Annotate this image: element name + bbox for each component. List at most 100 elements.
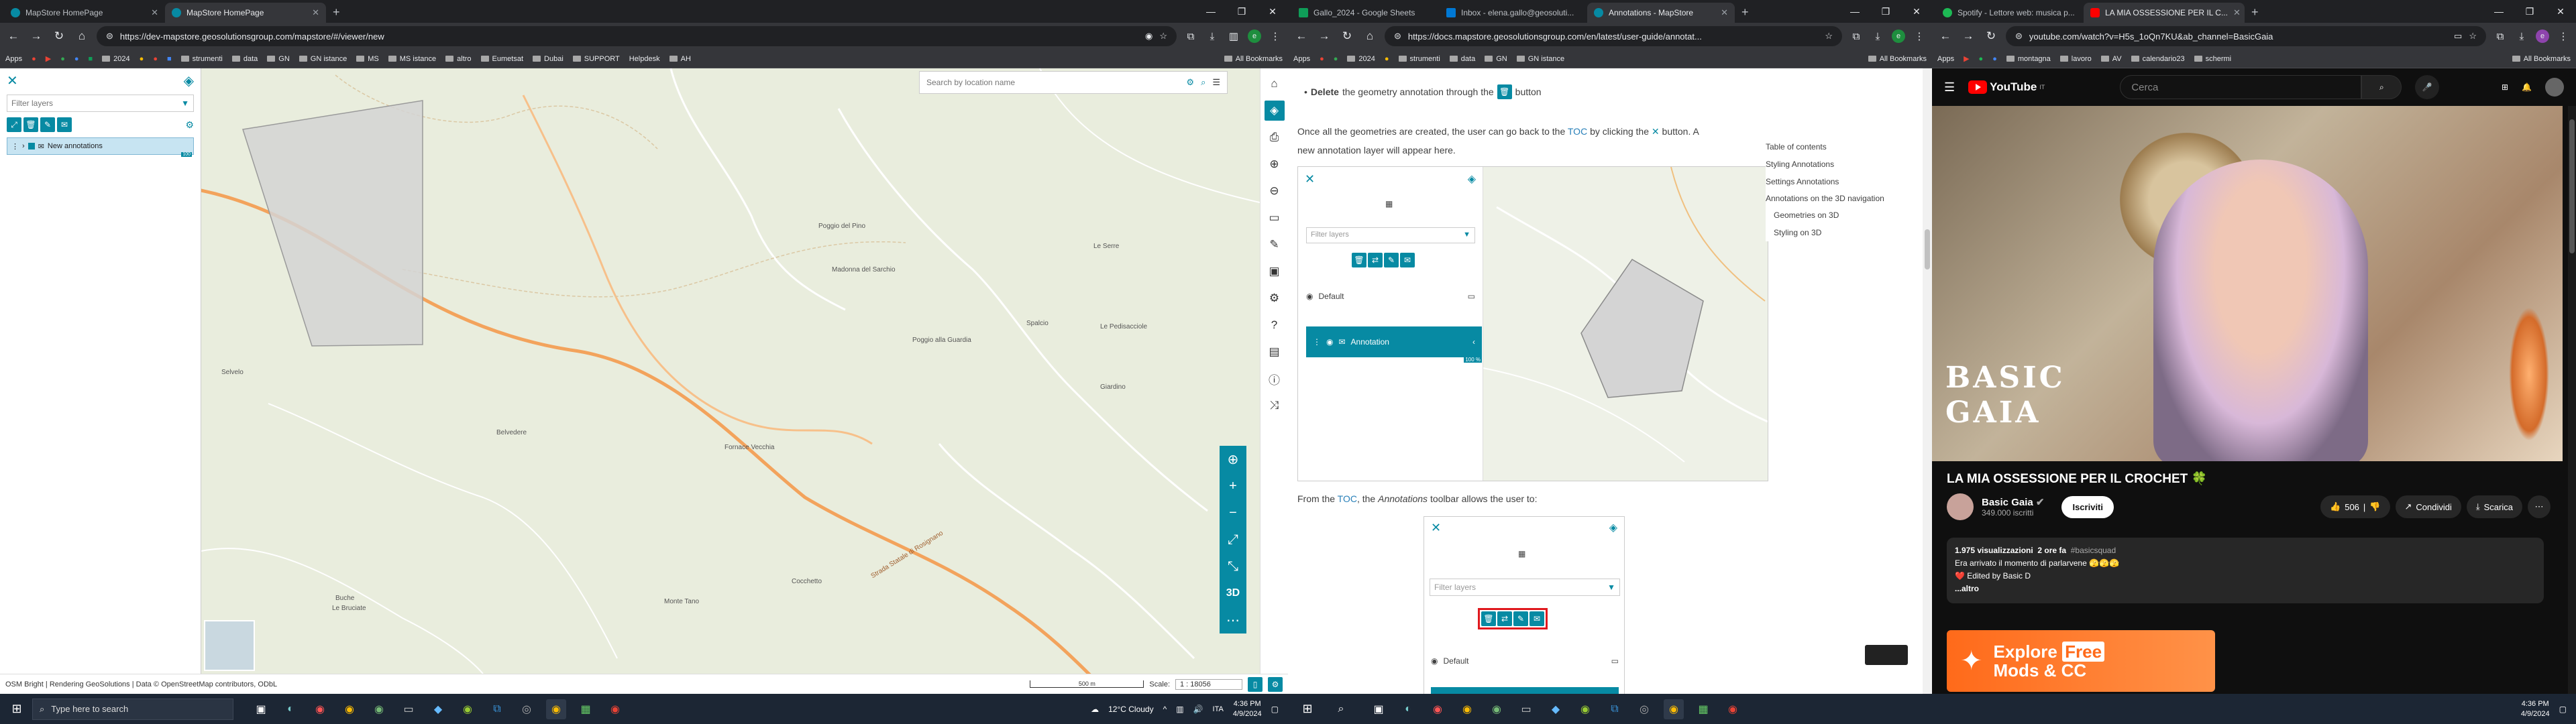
bookmark-folder[interactable]: lavoro — [2060, 55, 2092, 63]
expand-icon[interactable]: › — [22, 142, 25, 150]
edit-layer-button[interactable]: ✎ — [40, 117, 55, 132]
select-all-button[interactable]: ⤢ — [7, 117, 21, 132]
volume-icon[interactable]: 🔊 — [1193, 705, 1203, 714]
more-tools-icon[interactable]: ⋯ — [1220, 607, 1246, 634]
hamburger-icon[interactable]: ☰ — [1944, 80, 1955, 95]
app-icon[interactable]: ◉ — [1487, 699, 1507, 719]
bell-icon[interactable]: 🔔 — [2522, 82, 2532, 92]
burger-menu-icon[interactable]: ☰ — [1212, 77, 1220, 88]
search-icon[interactable]: ⌕ — [1201, 77, 1205, 88]
profile-icon[interactable]: e — [2536, 29, 2549, 43]
fullscreen-icon[interactable]: ⤡ — [1220, 553, 1246, 580]
cast-icon[interactable]: ▭ — [2454, 31, 2462, 42]
star-icon[interactable]: ☆ — [2469, 31, 2477, 42]
app-icon[interactable]: ▦ — [576, 699, 596, 719]
zoom-out-button[interactable]: − — [1220, 499, 1246, 526]
all-bookmarks[interactable]: All Bookmarks — [2512, 55, 2571, 63]
download-icon[interactable]: ⤓ — [1205, 31, 1220, 42]
map-canvas[interactable]: Belvedere Poggio del Pino Madonna del Sa… — [201, 68, 1260, 674]
notification-icon[interactable]: ▢ — [1271, 705, 1279, 714]
close-tab-icon[interactable]: ✕ — [312, 7, 319, 18]
description-box[interactable]: 1.975 visualizzazioni 2 ore fa #basicsqu… — [1947, 538, 2544, 603]
minimize-icon[interactable]: — — [1195, 0, 1226, 23]
bookmark-folder[interactable]: strumenti — [181, 55, 223, 63]
app-icon[interactable]: ◉ — [1428, 699, 1448, 719]
zoom-extent-icon[interactable]: ⤢ — [1220, 526, 1246, 553]
bookmark-icon-red[interactable]: ▶ — [46, 54, 51, 63]
address-bar[interactable]: ⊜ https://docs.mapstore.geosolutionsgroup… — [1385, 26, 1842, 46]
close-tab-icon[interactable]: ✕ — [151, 7, 158, 18]
app-icon[interactable]: ◐ — [1398, 699, 1418, 719]
minimize-icon[interactable]: — — [1839, 0, 1870, 23]
home-button[interactable]: ⌂ — [1265, 74, 1285, 94]
show-more-link[interactable]: ...altro — [1955, 583, 2536, 595]
back-icon[interactable]: ← — [5, 29, 21, 43]
forward-icon[interactable]: → — [1316, 29, 1332, 43]
ad-banner[interactable]: ✦ Explore Free Mods & CC — [1947, 630, 2215, 692]
star-icon[interactable]: ☆ — [1825, 31, 1833, 42]
search-settings-icon[interactable]: ⚙ — [1186, 77, 1194, 88]
print-icon[interactable]: ⎙ — [1265, 127, 1285, 147]
toc-item[interactable]: Styling on 3D — [1766, 224, 1886, 241]
bookmark-icon[interactable]: ● — [153, 55, 158, 63]
windows-start-icon[interactable]: ⊞ — [1297, 699, 1318, 719]
minimize-icon[interactable]: — — [2483, 0, 2514, 23]
extensions-icon[interactable]: ⧉ — [2493, 31, 2508, 42]
toc-item[interactable]: Styling Annotations — [1766, 156, 1886, 173]
forward-icon[interactable]: → — [1960, 29, 1976, 43]
tab-inbox[interactable]: Inbox - elena.gallo@geosoluti... — [1440, 3, 1587, 23]
vscode-icon[interactable]: ⧉ — [1605, 699, 1625, 719]
bookmark-icon-green[interactable]: ● — [1979, 55, 1984, 63]
add-icon[interactable]: ⊕ — [1265, 154, 1285, 174]
chrome-icon[interactable]: ◉ — [605, 699, 625, 719]
chrome-icon[interactable]: ◉ — [1723, 699, 1743, 719]
toc-button[interactable]: ◈ — [1264, 101, 1285, 121]
account-avatar[interactable] — [2545, 78, 2564, 97]
bookmark-folder[interactable]: 2024 — [1347, 55, 1375, 63]
more-actions-button[interactable]: ⋯ — [2528, 495, 2551, 518]
close-window-icon[interactable]: ✕ — [1257, 0, 1288, 23]
bookmark-folder[interactable]: montagna — [2006, 55, 2051, 63]
all-bookmarks[interactable]: All Bookmarks — [1868, 55, 1927, 63]
notification-icon[interactable]: ▢ — [2559, 705, 2567, 714]
bookmark-folder[interactable]: GN istance — [1517, 55, 1564, 63]
maximize-icon[interactable]: ❐ — [2514, 0, 2545, 23]
tab-youtube[interactable]: LA MIA OSSESSIONE PER IL C... ✕ — [2084, 3, 2245, 23]
locate-icon[interactable]: ⊕ — [1220, 446, 1246, 473]
task-view-icon[interactable]: ▣ — [251, 699, 271, 719]
tutorial-icon[interactable]: ▤ — [1265, 342, 1285, 362]
forward-icon[interactable]: → — [28, 29, 44, 43]
app-icon[interactable]: ◆ — [1546, 699, 1566, 719]
subscribe-button[interactable]: Iscriviti — [2061, 495, 2114, 518]
search-icon[interactable]: ⌕ — [2361, 75, 2402, 99]
location-search[interactable]: ⚙ ⌕ ☰ — [919, 71, 1228, 94]
tab-mapstore-2[interactable]: MapStore HomePage ✕ — [165, 3, 326, 23]
new-tab-button[interactable]: + — [326, 3, 347, 23]
scrollbar[interactable] — [1923, 68, 1932, 694]
extensions-icon[interactable]: ⧉ — [1183, 31, 1198, 42]
bookmark-icon-blue[interactable]: ● — [74, 55, 79, 63]
toc-item[interactable]: Annotations on the 3D navigation — [1766, 190, 1886, 206]
apps-bookmark[interactable]: Apps — [1293, 55, 1310, 63]
extensions-icon[interactable]: ⧉ — [1849, 31, 1864, 42]
app-icon[interactable]: ◉ — [369, 699, 389, 719]
microphone-icon[interactable]: 🎤 — [2415, 75, 2440, 99]
weather-text[interactable]: 12°C Cloudy — [1108, 705, 1154, 714]
tab-google-sheets[interactable]: Gallo_2024 - Google Sheets — [1292, 3, 1440, 23]
network-icon[interactable]: ▥ — [1176, 705, 1183, 714]
maximize-icon[interactable]: ❐ — [1226, 0, 1257, 23]
bookmark-icon-red[interactable]: ▶ — [1964, 54, 1969, 63]
menu-icon[interactable]: ⋮ — [1268, 30, 1283, 42]
yt-scrollbar[interactable] — [2568, 106, 2576, 694]
bookmark-icon[interactable]: ● — [140, 55, 144, 63]
settings-icon[interactable]: ⚙ — [1265, 288, 1285, 308]
tab-mapstore-1[interactable]: MapStore HomePage ✕ — [4, 3, 165, 23]
filter-layers-input[interactable] — [11, 99, 172, 108]
chrome-icon[interactable]: ◉ — [1664, 699, 1684, 719]
helpdesk-bookmark[interactable]: Helpdesk — [629, 55, 660, 63]
app-icon[interactable]: ▭ — [1516, 699, 1536, 719]
site-info-icon[interactable]: ⊜ — [106, 31, 113, 42]
home-icon[interactable]: ⌂ — [74, 29, 90, 43]
search-input[interactable] — [926, 78, 1187, 87]
app-icon[interactable]: ◎ — [1634, 699, 1654, 719]
